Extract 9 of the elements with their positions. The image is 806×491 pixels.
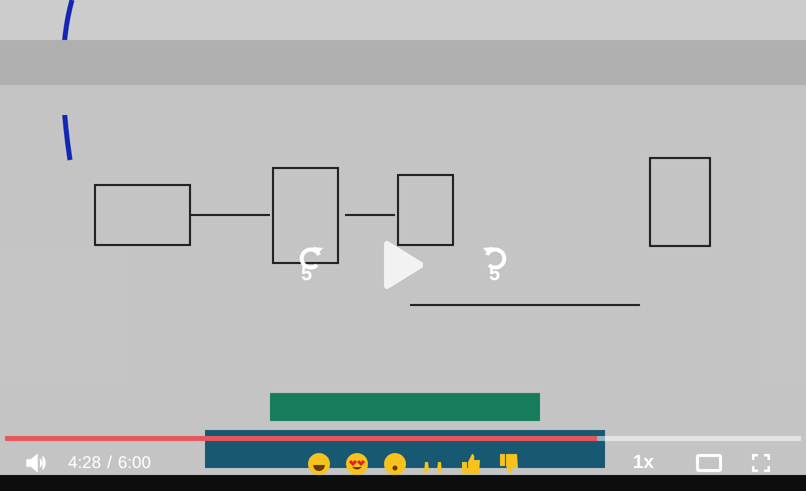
- laughing-emoji-icon[interactable]: [306, 452, 331, 476]
- total-duration: 6:00: [118, 453, 151, 473]
- speed-button[interactable]: 1x: [632, 452, 654, 474]
- play-button[interactable]: [381, 238, 425, 292]
- surprised-emoji-icon[interactable]: [382, 452, 407, 476]
- elapsed-time: 4:28: [68, 453, 102, 473]
- time-separator: /: [107, 453, 112, 473]
- heart-eyes-emoji-icon[interactable]: [344, 452, 369, 476]
- progress-bar[interactable]: [5, 436, 801, 441]
